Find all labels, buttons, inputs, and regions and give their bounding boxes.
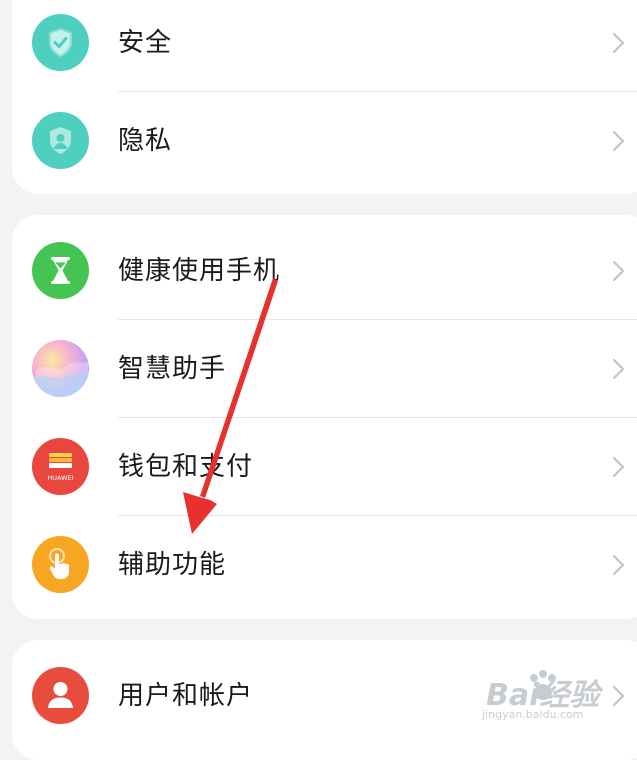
settings-item-security[interactable]: 安全 bbox=[12, 0, 637, 92]
chevron-right-icon bbox=[612, 260, 625, 282]
settings-item-label: 智慧助手 bbox=[118, 354, 227, 384]
settings-item-label: 辅助功能 bbox=[118, 550, 227, 580]
settings-item-users-accounts[interactable]: 用户和帐户 bbox=[12, 640, 637, 752]
settings-item-smart-assistant[interactable]: 智慧助手 bbox=[12, 320, 637, 418]
tap-hand-icon bbox=[32, 536, 89, 593]
chevron-right-icon bbox=[612, 358, 625, 380]
settings-item-label: 隐私 bbox=[118, 126, 173, 156]
settings-item-accessibility[interactable]: 辅助功能 bbox=[12, 516, 637, 614]
huawei-wallet-icon: HUAWEI bbox=[32, 438, 89, 495]
settings-group-security: 安全 隐私 bbox=[12, 0, 637, 194]
hourglass-icon bbox=[32, 242, 89, 299]
settings-group-accounts: 用户和帐户 bbox=[12, 640, 637, 760]
settings-item-label: 健康使用手机 bbox=[118, 256, 281, 286]
wallet-brand-text: HUAWEI bbox=[47, 474, 74, 482]
chevron-right-icon bbox=[612, 130, 625, 152]
settings-item-label: 钱包和支付 bbox=[118, 452, 254, 482]
chevron-right-icon bbox=[612, 685, 625, 707]
privacy-shield-icon bbox=[32, 112, 89, 169]
chevron-right-icon bbox=[612, 456, 625, 478]
chevron-right-icon bbox=[612, 32, 625, 54]
chevron-right-icon bbox=[612, 554, 625, 576]
user-icon bbox=[32, 667, 89, 724]
smart-assistant-orb-icon bbox=[32, 340, 89, 397]
settings-item-wallet-payment[interactable]: HUAWEI 钱包和支付 bbox=[12, 418, 637, 516]
settings-item-privacy[interactable]: 隐私 bbox=[12, 92, 637, 190]
shield-check-icon bbox=[32, 14, 89, 71]
settings-item-label: 用户和帐户 bbox=[118, 681, 254, 711]
settings-group-services: 健康使用手机 智慧助手 HUAWEI 钱包和支付 辅助功能 bbox=[12, 215, 637, 619]
settings-item-digital-balance[interactable]: 健康使用手机 bbox=[12, 215, 637, 320]
settings-item-label: 安全 bbox=[118, 28, 173, 58]
